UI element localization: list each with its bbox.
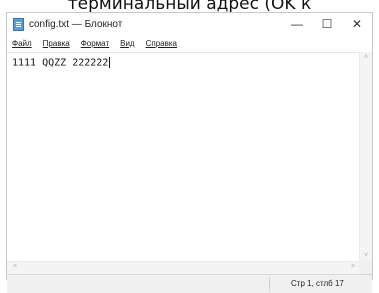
notepad-icon [13, 17, 24, 31]
text-editor[interactable]: 1111 QQZZ 222222 [7, 52, 361, 261]
scroll-right-icon[interactable]: ˃ [347, 263, 359, 270]
scroll-up-icon[interactable]: ˄ [360, 54, 372, 61]
editor-text: 1111 QQZZ 222222 [12, 57, 109, 69]
notepad-window: config.txt — Блокнот — ☐ ✕ Файл Правка Ф… [6, 12, 373, 293]
menu-view[interactable]: Вид [120, 39, 134, 48]
menu-file[interactable]: Файл [12, 39, 32, 48]
text-caret [109, 57, 111, 68]
menu-bar: Файл Правка Формат Вид Справка [7, 35, 372, 51]
scrollbar-corner [359, 261, 372, 274]
title-bar[interactable]: config.txt — Блокнот — ☐ ✕ [7, 13, 372, 35]
window-title: config.txt — Блокнот [29, 18, 123, 30]
close-button[interactable]: ✕ [342, 13, 372, 35]
minimize-button[interactable]: — [282, 13, 312, 35]
cursor-position: Стр 1, стлб 17 [291, 279, 344, 288]
scroll-down-icon[interactable]: ˅ [360, 252, 372, 259]
editor-content[interactable]: 1111 QQZZ 222222 [12, 57, 111, 69]
status-bar: Стр 1, стлб 17 [7, 274, 372, 293]
window-controls: — ☐ ✕ [282, 13, 372, 35]
scroll-left-icon[interactable]: ˂ [9, 263, 21, 270]
maximize-button[interactable]: ☐ [312, 13, 342, 35]
menu-format[interactable]: Формат [81, 39, 109, 48]
menu-edit[interactable]: Правка [43, 39, 70, 48]
menu-help[interactable]: Справка [146, 39, 177, 48]
vertical-scrollbar[interactable]: ˄ ˅ [359, 52, 372, 261]
status-divider [269, 277, 270, 291]
horizontal-scrollbar[interactable]: ˂ ˃ [7, 261, 361, 274]
